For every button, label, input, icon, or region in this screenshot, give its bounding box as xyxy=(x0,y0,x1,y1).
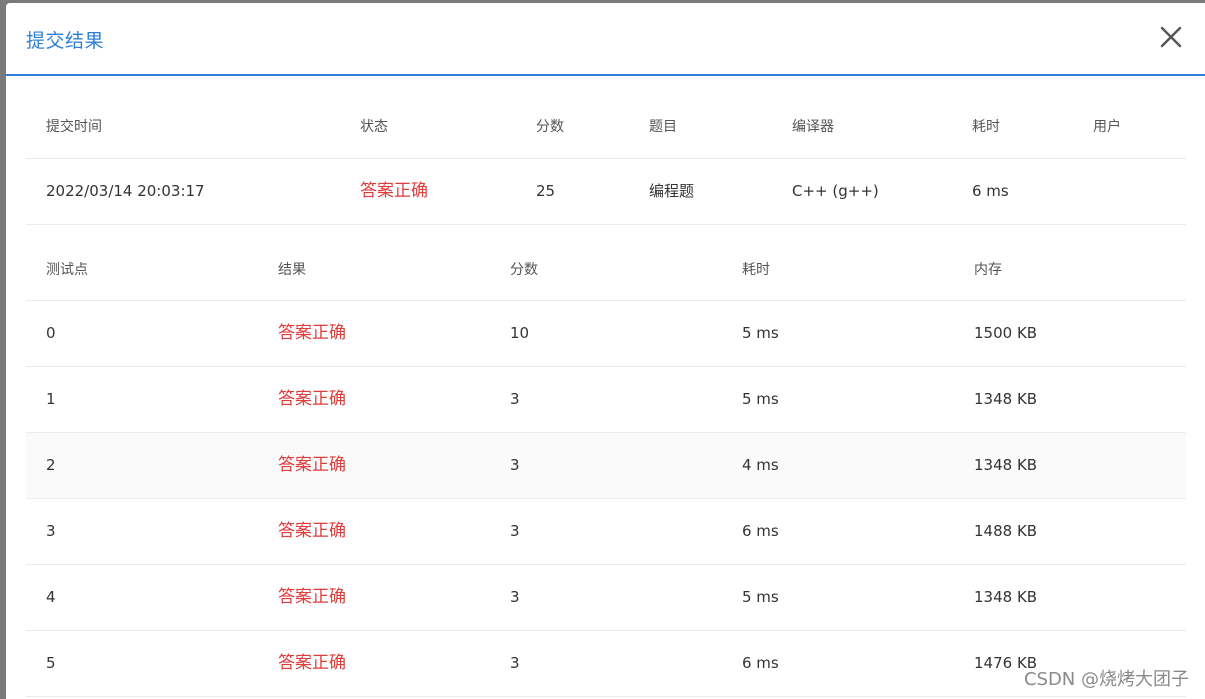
case-id: 0 xyxy=(46,324,56,342)
case-memory: 1500 KB xyxy=(974,324,1038,342)
case-time: 5 ms xyxy=(742,390,779,408)
case-memory: 1348 KB xyxy=(974,456,1038,474)
table-row: 5 答案正确 3 6 ms 1476 KB xyxy=(26,631,1186,697)
case-score: 3 xyxy=(510,456,520,474)
submission-row: 2022/03/14 20:03:17 答案正确 25 编程题 C++ (g++… xyxy=(26,159,1186,225)
case-memory: 1488 KB xyxy=(974,522,1038,540)
case-id: 5 xyxy=(46,654,56,672)
case-score: 3 xyxy=(510,390,520,408)
table-row: 0 答案正确 10 5 ms 1500 KB xyxy=(26,301,1186,367)
case-result: 答案正确 xyxy=(278,521,346,541)
cases-table-header: 测试点 结果 分数 耗时 内存 xyxy=(26,225,1186,301)
submission-table-header: 提交时间 状态 分数 题目 编译器 耗时 用户 xyxy=(26,76,1186,159)
problem-type: 编程题 xyxy=(649,182,695,200)
case-score: 3 xyxy=(510,654,520,672)
case-score: 10 xyxy=(510,324,530,342)
case-time: 5 ms xyxy=(742,588,779,606)
case-time: 6 ms xyxy=(742,522,779,540)
dialog-header: 提交结果 xyxy=(6,3,1205,76)
submission-score: 25 xyxy=(536,182,556,200)
case-result: 答案正确 xyxy=(278,389,346,409)
case-id: 1 xyxy=(46,390,56,408)
case-time: 6 ms xyxy=(742,654,779,672)
case-memory: 1348 KB xyxy=(974,588,1038,606)
close-icon xyxy=(1160,26,1182,48)
submit-time: 2022/03/14 20:03:17 xyxy=(46,182,205,200)
case-result: 答案正确 xyxy=(278,455,346,475)
table-row: 4 答案正确 3 5 ms 1348 KB xyxy=(26,565,1186,631)
submission-time-cost: 6 ms xyxy=(972,182,1009,200)
close-button[interactable] xyxy=(1159,25,1183,49)
case-result: 答案正确 xyxy=(278,323,346,343)
case-id: 3 xyxy=(46,522,56,540)
case-result: 答案正确 xyxy=(278,653,346,673)
case-id: 2 xyxy=(46,456,56,474)
table-row: 3 答案正确 3 6 ms 1488 KB xyxy=(26,499,1186,565)
case-time: 5 ms xyxy=(742,324,779,342)
case-id: 4 xyxy=(46,588,56,606)
case-time: 4 ms xyxy=(742,456,779,474)
table-row: 1 答案正确 3 5 ms 1348 KB xyxy=(26,367,1186,433)
case-result: 答案正确 xyxy=(278,587,346,607)
dialog-title: 提交结果 xyxy=(26,30,105,52)
result-content: 提交时间 状态 分数 题目 编译器 耗时 用户 2022/03/14 20:03… xyxy=(26,76,1186,697)
case-score: 3 xyxy=(510,522,520,540)
submission-status: 答案正确 xyxy=(360,181,428,201)
submission-result-dialog: 提交结果 提交时间 状态 分数 题目 编译器 耗时 用户 2022/03/14 … xyxy=(6,3,1205,699)
table-row: 2 答案正确 3 4 ms 1348 KB xyxy=(26,433,1186,499)
compiler: C++ (g++) xyxy=(792,182,879,200)
case-score: 3 xyxy=(510,588,520,606)
case-memory: 1348 KB xyxy=(974,390,1038,408)
watermark: CSDN @烧烤大团子 xyxy=(1023,669,1189,690)
